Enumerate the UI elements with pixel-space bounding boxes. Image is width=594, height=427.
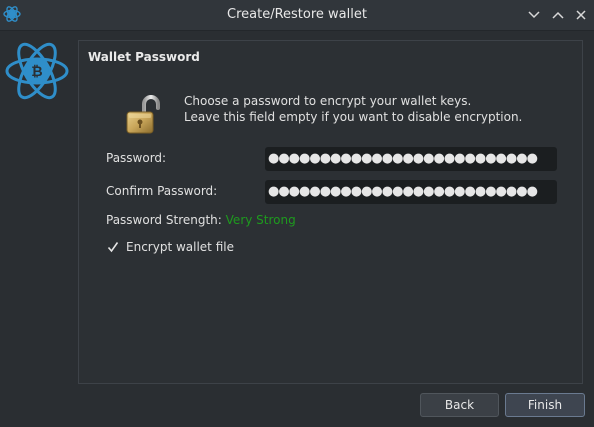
password-strength: Password Strength: Very Strong: [106, 213, 296, 227]
svg-text:₿: ₿: [31, 64, 42, 80]
confirm-password-value: ●●●●●●●●●●●●●●●●●●●●●●●●●●: [268, 184, 538, 199]
title-bar[interactable]: Create/Restore wallet: [0, 0, 594, 31]
wallet-password-panel: Wallet Password Choose a password to enc…: [78, 40, 583, 384]
encrypt-wallet-checkbox[interactable]: Encrypt wallet file: [106, 240, 234, 254]
window-title: Create/Restore wallet: [227, 7, 367, 22]
intro-text: Choose a password to encrypt your wallet…: [184, 93, 522, 125]
unlocked-padlock-icon: [124, 93, 160, 135]
confirm-password-label: Confirm Password:: [106, 184, 218, 198]
maximize-icon[interactable]: [548, 5, 568, 25]
checkmark-icon[interactable]: [106, 240, 120, 254]
intro-line-1: Choose a password to encrypt your wallet…: [184, 94, 472, 108]
back-button[interactable]: Back: [420, 393, 499, 417]
section-title: Wallet Password: [88, 50, 200, 64]
minimize-icon[interactable]: [524, 5, 544, 25]
close-icon[interactable]: [571, 5, 591, 25]
password-value: ●●●●●●●●●●●●●●●●●●●●●●●●●●: [268, 151, 538, 166]
password-strength-value: Very Strong: [225, 213, 296, 227]
password-strength-label: Password Strength:: [106, 213, 222, 227]
confirm-password-input[interactable]: ●●●●●●●●●●●●●●●●●●●●●●●●●●: [265, 180, 557, 204]
password-label: Password:: [106, 151, 167, 165]
wallet-wizard-window: Create/Restore wallet ₿ Wallet Password: [0, 0, 594, 427]
encrypt-wallet-label: Encrypt wallet file: [126, 240, 234, 254]
electrum-logo-icon: ₿: [4, 40, 70, 102]
finish-button[interactable]: Finish: [505, 393, 585, 417]
intro-line-2: Leave this field empty if you want to di…: [184, 110, 523, 124]
password-input[interactable]: ●●●●●●●●●●●●●●●●●●●●●●●●●●: [265, 147, 557, 171]
